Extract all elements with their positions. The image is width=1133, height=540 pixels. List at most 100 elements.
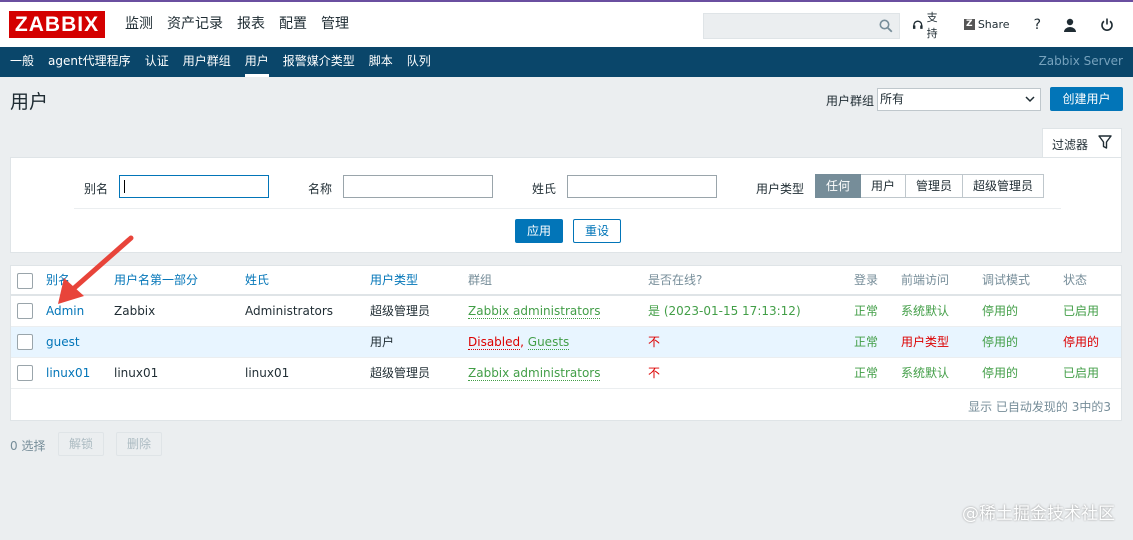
user-type-super-admin[interactable]: 超级管理员 <box>963 174 1045 198</box>
menu-inventory[interactable]: 资产记录 <box>160 2 230 47</box>
table-header: 别名 用户名第一部分 姓氏 用户类型 群组 是否在线? 登录 前端访问 调试模式… <box>11 266 1121 296</box>
alias-input[interactable] <box>119 175 269 198</box>
user-icon <box>1064 18 1076 32</box>
support-link[interactable]: 支持 <box>912 9 948 41</box>
submenu-users[interactable]: 用户 <box>238 47 276 77</box>
col-online: 是否在线? <box>648 273 703 287</box>
row-checkbox[interactable] <box>17 334 33 350</box>
menu-monitoring[interactable]: 监测 <box>118 2 160 47</box>
server-name: Zabbix Server <box>1038 54 1123 68</box>
user-frontend[interactable]: 系统默认 <box>901 296 949 326</box>
search-icon[interactable] <box>879 19 893 33</box>
text-caret <box>124 180 125 193</box>
share-label: Share <box>977 18 1010 31</box>
user-groups: Disabled, Guests <box>468 327 570 357</box>
user-login: 正常 <box>854 335 879 349</box>
user-alias-link[interactable]: guest <box>46 327 80 357</box>
menu-reports[interactable]: 报表 <box>230 2 272 47</box>
user-status[interactable]: 已启用 <box>1063 358 1099 388</box>
col-name[interactable]: 用户名第一部分 <box>114 266 198 294</box>
user-status[interactable]: 已启用 <box>1063 296 1099 326</box>
user-surname: Administrators <box>245 304 334 318</box>
user-login: 正常 <box>854 366 879 380</box>
delete-button[interactable]: 删除 <box>116 432 163 456</box>
user-alias-link[interactable]: linux01 <box>46 358 90 388</box>
submenu-media-types[interactable]: 报警媒介类型 <box>276 47 362 77</box>
apply-button[interactable]: 应用 <box>515 219 563 243</box>
filter-panel: 别名 名称 姓氏 用户类型 任何 用户 管理员 超级管理员 应用 重设 <box>10 157 1122 253</box>
user-debug[interactable]: 停用的 <box>982 296 1018 326</box>
user-type-admin[interactable]: 管理员 <box>906 174 964 198</box>
user-group-label: 用户群组 <box>826 94 875 108</box>
users-table: 别名 用户名第一部分 姓氏 用户类型 群组 是否在线? 登录 前端访问 调试模式… <box>10 265 1122 421</box>
row-checkbox[interactable] <box>17 303 33 319</box>
col-login: 登录 <box>854 273 879 287</box>
group-link[interactable]: Guests <box>527 335 570 350</box>
top-bar: ZABBIX 监测 资产记录 报表 配置 管理 支持 Z Share ? <box>0 0 1133 47</box>
filter-tab-label: 过滤器 <box>1052 138 1089 152</box>
user-surname: linux01 <box>245 366 290 380</box>
filter-tab[interactable]: 过滤器 <box>1042 128 1122 158</box>
submenu-authentication[interactable]: 认证 <box>138 47 176 77</box>
group-link[interactable]: Disabled <box>468 335 521 350</box>
submenu-scripts[interactable]: 脚本 <box>362 47 400 77</box>
col-user-type[interactable]: 用户类型 <box>370 266 418 294</box>
table-row: guest 用户 Disabled, Guests 不 正常 用户类型 停用的 … <box>11 327 1121 358</box>
name-input[interactable] <box>343 175 493 198</box>
name-label: 名称 <box>308 182 333 196</box>
headset-icon <box>912 19 923 29</box>
user-frontend[interactable]: 用户类型 <box>901 327 949 357</box>
user-group-select[interactable]: 所有 <box>877 88 1041 111</box>
menu-administration[interactable]: 管理 <box>314 2 356 47</box>
user-debug[interactable]: 停用的 <box>982 327 1018 357</box>
user-groups: Zabbix administrators <box>468 296 601 326</box>
user-type: 超级管理员 <box>370 304 431 318</box>
submenu-proxies[interactable]: agent代理程序 <box>41 47 138 77</box>
zabbix-share-icon: Z <box>963 19 975 30</box>
search-input[interactable] <box>703 13 900 39</box>
user-online: 是 (2023-01-15 17:13:12) <box>648 304 801 318</box>
group-link[interactable]: Zabbix administrators <box>468 304 601 319</box>
user-debug[interactable]: 停用的 <box>982 358 1018 388</box>
user-type-label: 用户类型 <box>756 182 805 196</box>
question-icon: ? <box>1033 16 1041 33</box>
col-frontend: 前端访问 <box>901 273 950 287</box>
menu-configuration[interactable]: 配置 <box>272 2 314 47</box>
col-debug: 调试模式 <box>982 273 1031 287</box>
user-type: 用户 <box>370 335 395 349</box>
user-status[interactable]: 停用的 <box>1063 327 1099 357</box>
zabbix-logo[interactable]: ZABBIX <box>9 11 105 38</box>
col-surname[interactable]: 姓氏 <box>245 266 269 294</box>
select-all-checkbox[interactable] <box>17 273 33 289</box>
user-alias-link[interactable]: Admin <box>46 296 84 326</box>
user-type-any[interactable]: 任何 <box>815 174 862 198</box>
user-frontend[interactable]: 系统默认 <box>901 358 949 388</box>
share-link[interactable]: Z Share <box>963 18 1010 31</box>
user-type-segmented: 任何 用户 管理员 超级管理员 <box>815 174 1045 198</box>
reset-button[interactable]: 重设 <box>573 219 621 243</box>
user-type-user[interactable]: 用户 <box>861 174 907 198</box>
support-label: 支持 <box>926 10 938 40</box>
create-user-button[interactable]: 创建用户 <box>1050 87 1123 111</box>
logout-button[interactable] <box>1100 18 1117 32</box>
page-title: 用户 <box>10 91 49 113</box>
user-profile-button[interactable] <box>1063 18 1080 32</box>
surname-input[interactable] <box>567 175 717 198</box>
group-link[interactable]: Zabbix administrators <box>468 366 601 381</box>
row-checkbox[interactable] <box>17 365 33 381</box>
submenu-queue[interactable]: 队列 <box>400 47 438 77</box>
table-row: Admin Zabbix Administrators 超级管理员 Zabbix… <box>11 296 1121 327</box>
user-name: Zabbix <box>114 304 156 318</box>
surname-label: 姓氏 <box>532 182 557 196</box>
user-name: linux01 <box>114 366 159 380</box>
filter-icon <box>1098 135 1112 149</box>
user-groups: Zabbix administrators <box>468 358 601 388</box>
submenu-user-groups[interactable]: 用户群组 <box>176 47 238 77</box>
user-online: 不 <box>648 366 661 380</box>
help-button[interactable]: ? <box>1034 17 1041 33</box>
submenu-general[interactable]: 一般 <box>3 47 41 77</box>
col-alias[interactable]: 别名 <box>46 266 70 294</box>
user-online: 不 <box>648 335 661 349</box>
header-tools: 支持 Z Share ? <box>912 2 1133 47</box>
unlock-button[interactable]: 解锁 <box>58 432 105 456</box>
